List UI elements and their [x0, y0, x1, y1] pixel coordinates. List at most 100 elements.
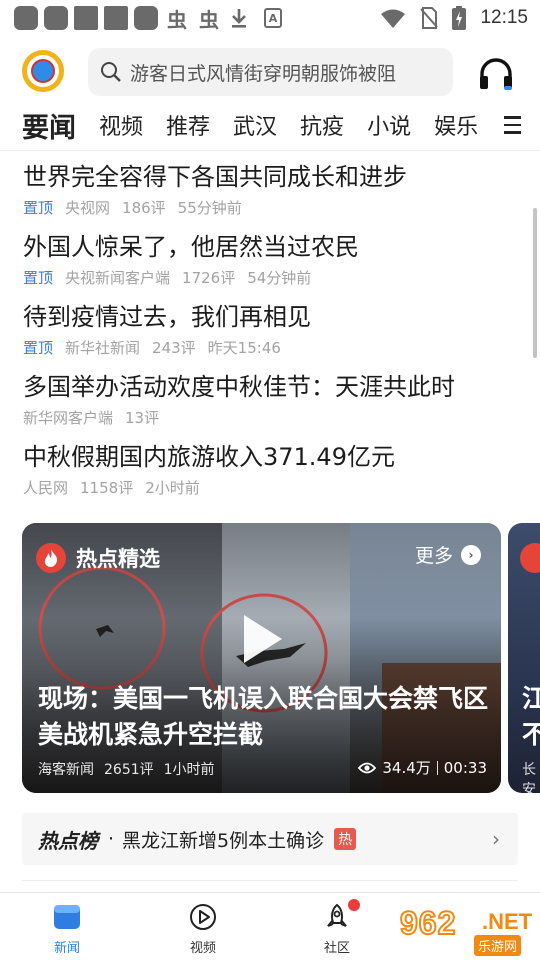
- chevron-right-icon: ›: [461, 544, 481, 565]
- news-icon: [54, 905, 80, 929]
- tab-entertainment[interactable]: 娱乐: [434, 109, 478, 141]
- flame-icon: [520, 543, 540, 573]
- nav-label: 社区: [323, 941, 350, 956]
- news-title: 待到疫情过去，我们再相见: [23, 303, 311, 331]
- headphone-icon[interactable]: [476, 54, 516, 94]
- video-card-next[interactable]: 江 不 长安: [508, 523, 540, 793]
- news-meta: 置顶 新华社新闻 243评 昨天15:46: [23, 337, 523, 358]
- watermark-number: 962: [399, 904, 457, 942]
- hot-list-title: 热点榜: [38, 828, 98, 853]
- news-title: 世界完全容得下各国共同成长和进步: [23, 163, 407, 191]
- video-title: 江 不: [522, 684, 540, 749]
- header: 游客日式风情街穿明朝服饰被阻: [0, 46, 540, 100]
- no-sim-icon: [420, 7, 439, 29]
- app-icon: [104, 6, 128, 30]
- more-label: 更多: [414, 545, 453, 567]
- download-icon: [228, 6, 250, 30]
- search-bar[interactable]: 游客日式风情街穿明朝服饰被阻: [88, 48, 453, 96]
- news-source: 央视新闻客户端: [65, 269, 171, 287]
- nav-label: 新闻: [53, 941, 80, 956]
- news-meta: 置顶 央视新闻客户端 1726评 54分钟前: [23, 267, 523, 288]
- eye-icon: [358, 762, 377, 773]
- watermark-sub: 乐游网: [474, 935, 522, 956]
- divider: [436, 760, 438, 775]
- news-item[interactable]: 多国举办活动欢度中秋佳节：天涯共此时 新华网客户端 13评: [23, 371, 523, 428]
- video-title: 现场：美国一飞机误入联合国大会禁飞区 美战机紧急升空拦截: [38, 684, 489, 749]
- nav-video[interactable]: 视频: [168, 903, 238, 956]
- video-time: 1小时前: [163, 762, 215, 778]
- news-time: 55分钟前: [177, 199, 242, 217]
- hot-list-headline: 黑龙江新增5例本土确诊: [122, 829, 325, 852]
- video-meta: 海客新闻 2651评 1小时前: [38, 759, 215, 779]
- flame-icon: [36, 543, 66, 573]
- video-duration: 00:33: [443, 758, 487, 777]
- hot-list-separator: ·: [108, 828, 115, 850]
- rocket-icon: [327, 903, 347, 927]
- news-source: 新华社新闻: [65, 339, 141, 357]
- search-placeholder: 游客日式风情街穿明朝服饰被阻: [130, 62, 397, 85]
- video-card[interactable]: 热点精选 更多 › 现场：美国一飞机误入联合国大会禁飞区 美战机紧急升空拦截 海…: [22, 523, 501, 793]
- video-source: 长安: [522, 762, 536, 793]
- status-bar: 虫 虫 A 12:15: [0, 0, 540, 36]
- news-item[interactable]: 待到疫情过去，我们再相见 置顶 新华社新闻 243评 昨天15:46: [23, 301, 523, 358]
- news-title: 外国人惊呆了，他居然当过农民: [23, 233, 359, 261]
- news-title: 多国举办活动欢度中秋佳节：天涯共此时: [23, 373, 455, 401]
- news-title: 中秋假期国内旅游收入371.49亿元: [23, 443, 395, 471]
- hot-list-bar[interactable]: 热点榜 · 黑龙江新增5例本土确诊 热 ›: [22, 813, 518, 865]
- news-source: 新华网客户端: [23, 409, 114, 427]
- watermark-logo: 962 .NET 乐游网: [399, 904, 536, 957]
- pin-badge: 置顶: [23, 339, 54, 357]
- logo-mark: [31, 59, 55, 83]
- tab-video[interactable]: 视频: [99, 109, 143, 141]
- news-time: 昨天15:46: [207, 339, 281, 357]
- news-time: 2小时前: [145, 479, 200, 497]
- nav-community[interactable]: 社区: [302, 899, 372, 956]
- clock: 12:15: [480, 7, 528, 28]
- tab-antiepidemic[interactable]: 抗疫: [300, 109, 344, 141]
- news-item[interactable]: 世界完全容得下各国共同成长和进步 置顶 央视网 186评 55分钟前: [23, 161, 523, 218]
- search-icon: [101, 62, 121, 82]
- tab-wuhan[interactable]: 武汉: [233, 109, 277, 141]
- news-comments: 243评: [152, 339, 196, 357]
- a-icon: A: [264, 8, 282, 28]
- nav-label: 视频: [189, 941, 216, 956]
- menu-icon[interactable]: [498, 110, 528, 140]
- app-icon: [74, 6, 98, 30]
- tab-recommend[interactable]: 推荐: [166, 109, 210, 141]
- app-icon: [14, 6, 38, 30]
- nav-news[interactable]: 新闻: [32, 903, 102, 956]
- news-item[interactable]: 外国人惊呆了，他居然当过农民 置顶 央视新闻客户端 1726评 54分钟前: [23, 231, 523, 288]
- video-source: 海客新闻: [38, 762, 94, 778]
- play-circle-icon: [190, 904, 216, 930]
- tab-novel[interactable]: 小说: [367, 109, 411, 141]
- news-meta: 置顶 央视网 186评 55分钟前: [23, 197, 523, 218]
- section-label: 热点精选: [76, 547, 160, 571]
- news-meta: 新华网客户端 13评: [23, 407, 523, 428]
- news-comments: 1726评: [182, 269, 236, 287]
- news-item[interactable]: 中秋假期国内旅游收入371.49亿元 人民网 1158评 2小时前: [23, 441, 523, 498]
- bug-icon: 虫: [167, 7, 187, 32]
- notification-icons: 虫 虫 A: [14, 6, 282, 32]
- wifi-icon: [381, 9, 406, 28]
- news-time: 54分钟前: [247, 269, 312, 287]
- news-meta: 人民网 1158评 2小时前: [23, 477, 523, 498]
- scrollbar[interactable]: [533, 208, 537, 358]
- tab-headlines[interactable]: 要闻: [22, 106, 76, 145]
- hot-tag: 热: [334, 828, 357, 850]
- bug-icon: 虫: [199, 7, 219, 32]
- app-logo[interactable]: [22, 50, 64, 92]
- channel-tabs: 要闻 视频 推荐 武汉 抗疫 小说 娱乐: [0, 102, 540, 148]
- notification-dot: [348, 899, 360, 911]
- pin-badge: 置顶: [23, 199, 54, 217]
- divider: [0, 150, 540, 151]
- watermark-suffix: .NET: [482, 909, 533, 934]
- news-comments: 13评: [125, 409, 160, 427]
- battery-charging-icon: [452, 6, 467, 30]
- play-icon[interactable]: [234, 613, 286, 665]
- pin-badge: 置顶: [23, 269, 54, 287]
- chevron-right-icon: ›: [492, 827, 500, 851]
- video-views: 34.4万: [382, 759, 431, 777]
- video-comments: 2651评: [104, 762, 154, 778]
- app-icon: [134, 6, 158, 30]
- more-button[interactable]: 更多 ›: [415, 541, 481, 568]
